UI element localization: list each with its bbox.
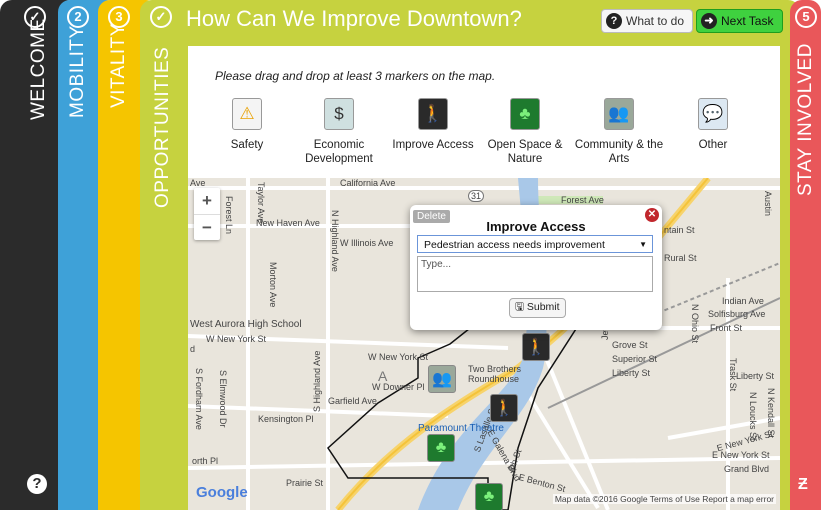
map-footer[interactable]: Map data ©2016 Google Terms of Use Repor… (552, 494, 776, 504)
category-select[interactable]: Pedestrian access needs improvement ▼ (417, 235, 653, 253)
dollar-icon: $ (324, 98, 354, 130)
next-task-button[interactable]: ➜ Next Task (696, 9, 783, 33)
zoom-control: + − (194, 188, 220, 240)
marker-popup: Delete Improve Access ✕ Pedestrian acces… (410, 205, 662, 330)
placed-people-icon[interactable]: 👥 (428, 365, 456, 393)
tab-stay-involved[interactable]: 5 STAY INVOLVED Ƶ (790, 0, 821, 510)
tab-mobility-label: MOBILITY (67, 25, 88, 118)
placed-tree-icon[interactable]: ♣ (427, 434, 455, 462)
map-label: E New York St (712, 450, 770, 460)
map-label: Prairie St (286, 478, 324, 488)
route-31-shield: 31 (468, 190, 485, 202)
page-title: How Can We Improve Downtown? (186, 6, 522, 31)
warning-icon: ⚠ (232, 98, 262, 130)
map-label: Front St (710, 323, 743, 333)
map-label: California Ave (340, 178, 396, 188)
map-label: Liberty St (612, 368, 651, 378)
placed-pedestrian-icon[interactable]: 🚶 (490, 394, 518, 422)
tab-welcome-label: WELCOME (28, 18, 49, 120)
marker-other[interactable]: 💬 Other (668, 98, 758, 152)
map-label: Forest Ave (561, 195, 604, 205)
map-label: Garfield Ave (328, 396, 377, 406)
zoom-out-button[interactable]: − (194, 215, 220, 241)
marker-economic-development[interactable]: $ Economic Development (294, 98, 384, 166)
save-icon: 🖫 (515, 301, 524, 313)
map-label: Ave (190, 178, 206, 188)
marker-label: Open Space & Nature (487, 139, 563, 165)
placed-pedestrian-icon[interactable]: 🚶 (522, 333, 550, 361)
marker-open-space[interactable]: ♣ Open Space & Nature (480, 98, 570, 166)
marker-label: Community & the Arts (574, 139, 664, 165)
map-label: N Highland Ave (330, 210, 340, 272)
map-label: Austin (763, 191, 773, 217)
marker-label: Improve Access (392, 139, 474, 151)
logo-icon: Ƶ (798, 476, 808, 493)
map-label: S Elmwood Dr (218, 370, 228, 428)
arrow-right-icon: ➜ (701, 13, 717, 29)
map-label: A (378, 368, 388, 384)
zoom-in-button[interactable]: + (194, 188, 220, 215)
map-label: Liberty St (736, 371, 775, 381)
marker-label: Safety (230, 139, 264, 151)
submit-button[interactable]: 🖫 Submit (509, 298, 566, 318)
category-select-value: Pedestrian access needs improvement (424, 239, 605, 251)
marker-label: Economic Development (305, 139, 373, 165)
tab-stay-number: 5 (795, 6, 817, 28)
map-label: Kensington Pl (258, 414, 314, 424)
instructions: Please drag and drop at least 3 markers … (215, 69, 496, 83)
map-label: Grove St (612, 340, 648, 350)
tab-stay-label: STAY INVOLVED (795, 43, 816, 196)
map-label: Morton Ave (268, 262, 278, 308)
close-icon[interactable]: ✕ (645, 208, 659, 222)
marker-label: Other (698, 139, 728, 151)
map-label: W Illinois Ave (340, 238, 394, 248)
marker-improve-access[interactable]: 🚶 Improve Access (388, 98, 478, 152)
tab-vitality-label: VITALITY (108, 23, 129, 108)
map-label: Rural St (664, 253, 697, 263)
map-label: West Aurora High School (190, 319, 302, 330)
map-label: d (190, 344, 196, 354)
help-icon[interactable]: ? (27, 474, 47, 494)
map-label: W New York St (206, 334, 267, 344)
map-label: Forest Ln (224, 196, 234, 235)
next-task-label: Next Task (721, 14, 774, 28)
tab-opportunities-label: OPPORTUNITIES (152, 46, 173, 208)
map-label: orth Pl (192, 456, 219, 466)
map-label: S Highland Ave (312, 350, 322, 412)
map-label: Superior St (612, 354, 658, 364)
google-logo: Google (196, 484, 248, 501)
tree-icon: ♣ (510, 98, 540, 130)
map-label: W New York St (368, 352, 429, 362)
marker-community-arts[interactable]: 👥 Community & the Arts (574, 98, 664, 166)
speech-bubble-icon: 💬 (698, 98, 728, 130)
map-label: Two Brothers Roundhouse (468, 364, 522, 384)
chevron-down-icon: ▼ (639, 240, 647, 249)
map-label: New Haven Ave (256, 218, 320, 228)
marker-safety[interactable]: ⚠ Safety (202, 98, 292, 152)
map-label: Solfisburg Ave (708, 309, 766, 319)
placed-tree-icon[interactable]: ♣ (475, 483, 503, 510)
popup-title: Improve Access (486, 219, 586, 234)
people-icon: 👥 (604, 98, 634, 130)
map-label: Grand Blvd (724, 464, 770, 474)
comment-textarea[interactable]: Type... (417, 256, 653, 292)
map-label: S Fordham Ave (194, 368, 204, 430)
submit-label: Submit (526, 301, 560, 313)
what-to-do-label: What to do (626, 14, 685, 28)
map-label: ntain St (664, 225, 695, 235)
question-icon: ? (606, 13, 622, 29)
map-label: N Ohio St (690, 304, 700, 344)
check-icon: ✓ (150, 6, 172, 28)
pedestrian-icon: 🚶 (418, 98, 448, 130)
map-label: Indian Ave (722, 296, 764, 306)
what-to-do-button[interactable]: ? What to do (601, 9, 693, 33)
